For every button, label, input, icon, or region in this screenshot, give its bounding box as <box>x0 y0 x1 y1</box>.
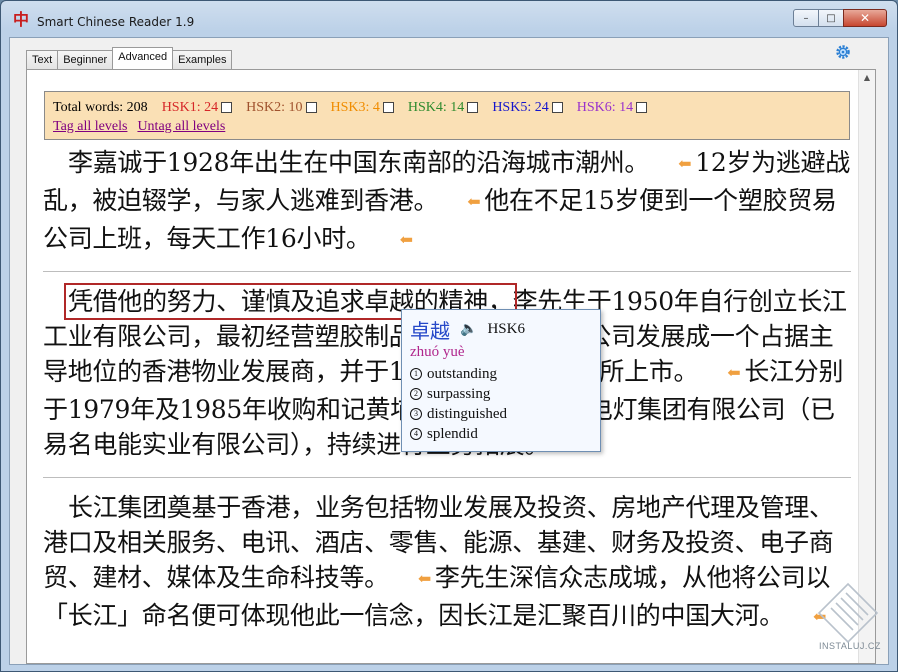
maximize-icon: □ <box>826 12 836 24</box>
hsk-level-label: HSK3: 4 <box>330 99 380 115</box>
untag-all-link[interactable]: Untag all levels <box>137 119 225 135</box>
popup-hsk-level: HSK6 <box>487 320 525 337</box>
hsk-level-stat: HSK1: 24 <box>161 99 233 116</box>
paragraph: 李嘉诚于1928年出生在中国东南部的沿海城市潮州。 ⬅ 12岁为逃避战乱，被迫辍学，… <box>43 145 851 272</box>
sentence-arrow-icon[interactable]: ⬅ <box>702 355 740 390</box>
reader-page: Total words: 208 HSK1: 24 HSK2: 10 HSK3: 4… <box>26 69 876 664</box>
sentence-arrow-icon[interactable]: ⬅ <box>375 222 413 257</box>
hsk-level-label: HSK4: 14 <box>407 99 465 115</box>
hsk-level-checkbox[interactable] <box>467 102 479 113</box>
hsk-level-checkbox[interactable] <box>305 102 317 113</box>
hsk-level-checkbox[interactable] <box>636 102 648 113</box>
client-area: Text Beginner Advanced Examples Total words… <box>9 37 889 665</box>
popup-header: 卓越 🔈 HSK6 <box>410 316 592 343</box>
speaker-icon[interactable]: 🔈 <box>460 321 477 337</box>
dictionary-popup: 卓越 🔈 HSK6 zhuó yuè 1 outstanding 2 surpassi… <box>401 309 601 452</box>
hsk-level-stat: HSK2: 10 <box>246 99 317 116</box>
close-icon: ✕ <box>859 11 871 25</box>
hsk-level-stat: HSK5: 24 <box>492 99 563 116</box>
sentence-arrow-icon[interactable]: ⬅ <box>442 184 480 219</box>
definition-text: distinguished <box>427 406 508 422</box>
minimize-icon: – <box>803 12 809 24</box>
hsk-level-checkbox[interactable] <box>551 102 563 113</box>
scroll-up-arrow-icon[interactable]: ▲ <box>859 70 875 86</box>
watermark-logo-icon <box>817 582 879 644</box>
tab-advanced[interactable]: Advanced <box>112 47 174 69</box>
window-controls: – □ ✕ <box>793 9 887 29</box>
hsk-level-stat: HSK3: 4 <box>331 100 394 116</box>
tab-strip: Text Beginner Advanced Examples <box>26 47 233 69</box>
hsk-stats-panel: Total words: 208 HSK1: 24 HSK2: 10 HSK3: 4… <box>44 91 850 140</box>
window-title: Smart Chinese Reader 1.9 <box>37 15 195 29</box>
hsk-level-label: HSK6: 14 <box>576 99 634 115</box>
definition-number: 4 <box>410 428 422 440</box>
close-button[interactable]: ✕ <box>843 9 887 27</box>
popup-definition: 3 distinguished <box>410 404 592 424</box>
definition-text: splendid <box>427 426 478 442</box>
popup-definition: 1 outstanding <box>410 364 592 384</box>
title-bar[interactable]: 中 Smart Chinese Reader 1.9 – □ ✕ <box>1 1 897 37</box>
popup-pinyin: zhuó yuè <box>410 344 465 360</box>
hsk-level-stat: HSK4: 14 <box>407 99 479 116</box>
app-logo-icon: 中 <box>13 10 30 29</box>
hsk-level-label: HSK1: 24 <box>161 99 219 115</box>
tab-examples[interactable]: Examples <box>172 50 233 69</box>
tag-all-link[interactable]: Tag all levels <box>53 119 127 135</box>
app-window: 中 Smart Chinese Reader 1.9 – □ ✕ Text Beg… <box>0 0 898 672</box>
hsk-level-label: HSK5: 24 <box>492 99 549 115</box>
definition-number: 3 <box>410 408 422 420</box>
watermark-text: INSTALUJ.CZ <box>819 641 881 651</box>
total-words: Total words: 208 <box>53 99 148 115</box>
hsk-level-label: HSK2: 10 <box>246 99 303 115</box>
sentence[interactable]: 李嘉诚于1928年出生在中国东南部的沿海城市潮州。 <box>68 148 649 177</box>
maximize-button[interactable]: □ <box>818 9 844 27</box>
tab-text[interactable]: Text <box>26 50 59 69</box>
definition-number: 1 <box>410 368 422 380</box>
sentence-arrow-icon[interactable]: ⬅ <box>653 146 691 181</box>
definition-number: 2 <box>410 388 422 400</box>
popup-definitions: 1 outstanding 2 surpassing 3 distinguished 4 sp… <box>410 364 592 444</box>
tab-beginner[interactable]: Beginner <box>57 50 114 69</box>
paragraph: 长江集团奠基于香港，业务包括物业发展及投资、房地产代理及管理、港口及相关服务、电… <box>43 490 851 648</box>
definition-text: surpassing <box>427 386 491 402</box>
vertical-scrollbar[interactable]: ▲ <box>858 70 875 663</box>
popup-definition: 4 splendid <box>410 424 592 444</box>
tag-links: Tag all levels Untag all levels <box>53 117 841 136</box>
sentence-arrow-icon[interactable]: ⬅ <box>393 561 431 596</box>
hsk-level-checkbox[interactable] <box>221 102 233 113</box>
hsk-stats-row: Total words: 208 HSK1: 24 HSK2: 10 HSK3: 4… <box>53 98 841 117</box>
popup-word: 卓越 <box>410 318 450 343</box>
popup-definition: 2 surpassing <box>410 384 592 404</box>
minimize-button[interactable]: – <box>793 9 819 27</box>
hsk-level-stat: HSK6: 14 <box>576 99 648 116</box>
gear-icon[interactable] <box>835 44 851 60</box>
definition-text: outstanding <box>427 366 497 382</box>
hsk-level-checkbox[interactable] <box>382 102 394 113</box>
